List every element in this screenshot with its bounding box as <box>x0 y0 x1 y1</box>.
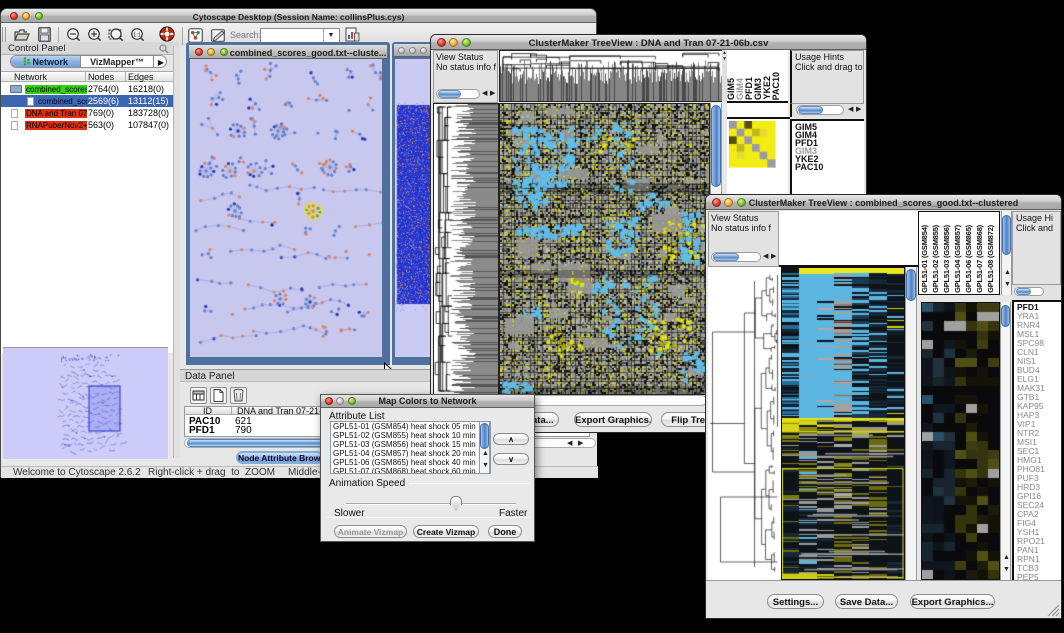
svg-text:1:1: 1:1 <box>133 32 141 38</box>
